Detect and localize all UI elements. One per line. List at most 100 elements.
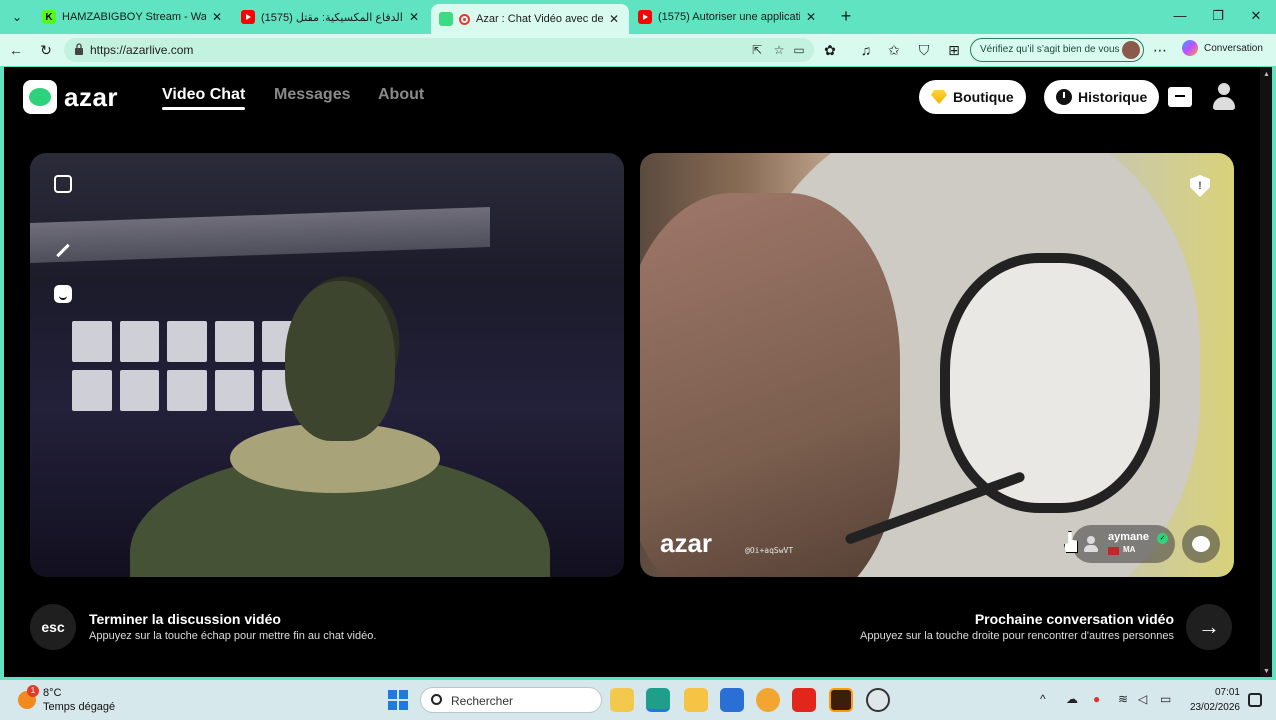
tab-title: Azar : Chat Vidéo avec de nou	[476, 13, 603, 25]
chrome-like-app-icon[interactable]	[756, 688, 780, 712]
acrobat-icon[interactable]	[792, 688, 816, 712]
verified-badge-icon: ✓	[1157, 533, 1168, 544]
user-profile-icon[interactable]	[1210, 81, 1238, 111]
scroll-up-icon[interactable]: ▲	[1263, 71, 1270, 78]
end-chat-subtitle: Appuyez sur la touche échap pour mettre …	[89, 630, 377, 642]
azar-page: azar Video Chat Messages About Boutique …	[4, 67, 1260, 677]
inbox-icon[interactable]	[1168, 87, 1192, 107]
historique-label: Historique	[1078, 89, 1148, 105]
close-tab-icon[interactable]: ✕	[804, 10, 818, 24]
nav-about[interactable]: About	[378, 86, 424, 104]
close-tab-icon[interactable]: ✕	[407, 10, 421, 24]
windows-taskbar: 1 8°C Temps dégagé Rechercher ^ ☁ ● ≋ ◁ …	[0, 680, 1276, 720]
tab-actions-menu-button[interactable]: ⌄	[6, 7, 28, 27]
refresh-icon[interactable]: ↻	[36, 40, 56, 60]
video-tools	[44, 165, 82, 325]
outlook-icon[interactable]	[720, 688, 744, 712]
obs-recorder-icon[interactable]	[866, 688, 890, 712]
self-video	[30, 153, 624, 577]
historique-button[interactable]: Historique	[1044, 80, 1160, 114]
morocco-flag-icon	[1108, 547, 1119, 555]
illustrator-icon[interactable]	[829, 688, 853, 712]
search-placeholder: Rechercher	[451, 694, 514, 708]
peer-country-code: MA	[1123, 545, 1136, 554]
minimize-icon[interactable]: —	[1170, 8, 1190, 23]
scroll-down-icon[interactable]: ▼	[1263, 668, 1270, 675]
browser-essentials-icon[interactable]: ⛉	[914, 40, 934, 60]
verify-label: Vérifiez qu’il s’agit bien de vous	[980, 44, 1120, 55]
azar-logo-icon	[23, 80, 57, 114]
report-shield-icon[interactable]: !	[1190, 175, 1210, 197]
lock-icon	[75, 43, 83, 55]
azar-watermark: azar	[660, 528, 713, 558]
boutique-button[interactable]: Boutique	[919, 80, 1026, 114]
back-arrow-icon[interactable]: ←	[6, 40, 26, 60]
kick-icon: K	[42, 10, 56, 24]
minimize-video-icon[interactable]	[44, 165, 82, 203]
end-chat-esc-button[interactable]: esc	[30, 604, 76, 650]
close-tab-icon[interactable]: ✕	[607, 12, 621, 26]
taskbar-search[interactable]: Rechercher	[420, 687, 602, 713]
peer-name: aymane	[1108, 531, 1149, 543]
cloud-sync-icon[interactable]: ☁	[1066, 692, 1078, 706]
collections-icon[interactable]: ⊞	[944, 40, 964, 60]
favorites-icon[interactable]: ✩	[884, 40, 904, 60]
chat-bubble-button[interactable]	[1182, 525, 1220, 563]
magic-wand-icon[interactable]	[44, 231, 82, 269]
browser-tab-azar[interactable]: Azar : Chat Vidéo avec de nou ✕	[431, 4, 629, 34]
azar-icon	[439, 12, 453, 26]
extensions-icon[interactable]: ✿	[820, 40, 840, 60]
browser-tab-kick[interactable]: K HAMZABIGBOY Stream - Watch Li ✕	[34, 4, 232, 30]
favorite-star-icon[interactable]: ☆	[772, 43, 786, 57]
search-icon	[431, 694, 442, 705]
edge-browser-icon[interactable]	[646, 688, 670, 712]
conversation-label: Conversation	[1204, 42, 1263, 54]
close-window-icon[interactable]: ✕	[1246, 8, 1266, 24]
page-scrollbar[interactable]: ▲ ▼	[1260, 67, 1272, 677]
microphone-icon[interactable]: ●	[1093, 692, 1100, 706]
boutique-label: Boutique	[953, 89, 1014, 105]
verify-identity-button[interactable]: Vérifiez qu’il s’agit bien de vous	[970, 38, 1144, 62]
copilot-icon	[1182, 40, 1198, 56]
read-aloud-icon[interactable]: ♫	[856, 40, 876, 60]
battery-icon[interactable]: ▭	[1160, 692, 1171, 706]
new-tab-button[interactable]: +	[836, 7, 856, 27]
recording-icon	[459, 13, 470, 25]
temperature: 8°C	[43, 687, 62, 699]
browser-toolbar: ← ↻ https://azarlive.com ⇱ ☆ ▭ ✿ ♫ ✩ ⛉ ⊞…	[0, 34, 1276, 66]
sticker-smile-icon[interactable]	[44, 275, 82, 313]
end-chat-title: Terminer la discussion vidéo	[89, 611, 281, 627]
more-menu-icon[interactable]: ⋯	[1150, 40, 1170, 60]
address-bar[interactable]: https://azarlive.com ⇱ ☆ ▭	[64, 38, 814, 62]
peer-avatar-icon	[1082, 535, 1100, 553]
volume-icon[interactable]: ◁	[1138, 692, 1147, 706]
weather-description: Temps dégagé	[43, 701, 116, 713]
weather-badge: 1	[27, 685, 39, 697]
close-tab-icon[interactable]: ✕	[210, 10, 224, 24]
copilot-conversation-button[interactable]: Conversation	[1182, 40, 1263, 56]
widgets-app-icon[interactable]	[610, 688, 634, 712]
nav-messages[interactable]: Messages	[274, 86, 351, 104]
browser-tab-youtube-1[interactable]: (1575) وزارة الدفاع المكسيكية: مقتل ✕	[233, 4, 429, 30]
next-chat-arrow-button[interactable]: →	[1186, 604, 1232, 650]
wifi-icon[interactable]: ≋	[1118, 692, 1128, 706]
notifications-icon[interactable]	[1248, 693, 1262, 707]
open-in-app-icon[interactable]: ⇱	[750, 43, 764, 57]
file-explorer-icon[interactable]	[684, 688, 708, 712]
browser-tab-youtube-2[interactable]: (1575) Autoriser une application à ✕	[630, 4, 826, 30]
clock-time: 07:01	[1214, 687, 1240, 698]
tab-strip: ⌄ K HAMZABIGBOY Stream - Watch Li ✕ (157…	[0, 0, 1276, 34]
watermark-id: @Oi+aqSwVT	[745, 546, 794, 555]
profile-avatar	[1122, 41, 1140, 59]
nav-video-chat[interactable]: Video Chat	[162, 86, 246, 110]
camera-in-use-icon[interactable]: ▭	[792, 43, 806, 57]
system-clock[interactable]: 07:01 23/02/2026	[1188, 685, 1240, 715]
url-text: https://azarlive.com	[90, 43, 194, 57]
show-hidden-icons-icon[interactable]: ^	[1040, 692, 1046, 706]
tab-title: (1575) وزارة الدفاع المكسيكية: مقتل	[261, 11, 403, 24]
peer-profile-card[interactable]: aymane ✓ MA	[1072, 525, 1175, 563]
restore-icon[interactable]: ❐	[1208, 8, 1228, 24]
windows-start-icon[interactable]	[388, 690, 408, 710]
youtube-icon	[638, 10, 652, 24]
azar-logo[interactable]: azar	[23, 80, 133, 114]
